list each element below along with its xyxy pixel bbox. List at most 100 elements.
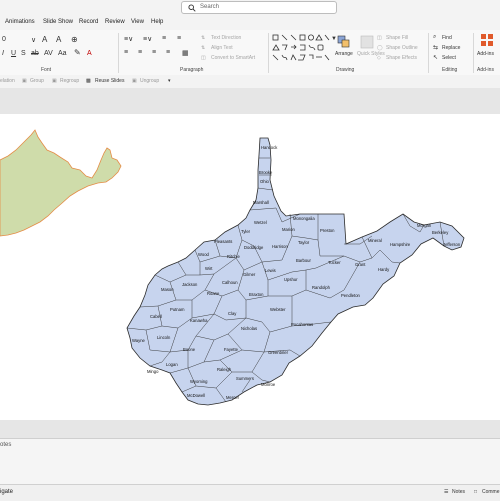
align-text-icon: ⇅ [201,45,206,51]
shape-effects-button[interactable]: Shape Effects [386,55,417,61]
strike-button[interactable]: ab [31,50,39,57]
regroup-icon: ▣ [52,78,57,84]
numbering-icon[interactable]: ≡∨ [143,35,152,43]
font-size-down-arrow[interactable]: ∨ [31,36,36,44]
county-label: Webster [270,307,286,312]
tab-slide-show[interactable]: Slide Show [43,19,73,25]
search-box[interactable]: Search [181,1,337,14]
county-label: Roane [207,291,220,296]
reuse-slides-icon: ▩ [86,78,91,84]
tab-record[interactable]: Record [79,19,98,25]
notes-icon: ☰ [444,489,449,495]
spacing-button[interactable]: AV [44,50,53,57]
county-label: Boone [183,347,196,352]
search-placeholder: Search [200,4,220,10]
tab-help[interactable]: Help [151,19,163,25]
title-bar: Search [0,0,500,16]
slide[interactable]: Hancock Brooke Ohio Marshall Monongalia … [0,114,500,420]
county-label: Harrison [272,244,288,249]
county-label: Berkeley [432,230,449,235]
county-label: Jackson [182,282,198,287]
comments-button[interactable]: Comme [482,489,500,495]
tab-review[interactable]: Review [105,19,125,25]
divider [473,33,474,73]
shapes-gallery[interactable] [272,33,330,65]
bullets-icon[interactable]: ≡∨ [124,35,133,43]
case-button[interactable]: Aa [58,50,67,57]
comments-icon: □ [474,489,478,495]
replace-icon: ⇆ [433,45,439,51]
county-label: Jefferson [443,242,461,247]
indent-icon[interactable]: ≡ [162,35,166,42]
italic-button[interactable]: I [2,50,4,57]
underline-button[interactable]: U [11,50,16,57]
replace-button[interactable]: Replace [442,45,460,51]
shape-outline-button[interactable]: Shape Outline [386,45,418,51]
relation-button[interactable]: elation [0,78,15,84]
shape-fill-icon: ◫ [377,35,382,41]
county-label: Brooke [259,170,273,175]
county-label: Mason [161,287,174,292]
county-label: Cabell [150,314,162,319]
tab-animations[interactable]: Animations [5,19,35,25]
select-button[interactable]: Select [442,55,456,61]
county-label: Doddridge [244,245,264,250]
align-text-button[interactable]: Align Text [211,45,233,51]
ungroup-button[interactable]: Ungroup [140,78,159,84]
county-label: Monroe [261,382,276,387]
map-svg: Hancock Brooke Ohio Marshall Monongalia … [0,129,465,406]
county-label: Grant [355,262,366,267]
arrange-button[interactable]: Arrange [335,51,353,57]
increase-font-icon[interactable]: A [42,35,47,44]
quick-access-toolbar: elation ▣ Group ▣ Regroup ▩ Reuse Slides… [0,75,500,88]
font-size-box[interactable]: 0 [2,36,6,43]
divider [268,33,269,73]
reuse-slides-button[interactable]: Reuse Slides [95,78,124,84]
county-label: Pleasants [214,239,232,244]
align-center-icon[interactable]: ≡ [138,49,142,56]
county-label: Braxton [249,292,264,297]
paragraph-group-label: Paragraph [180,67,204,73]
status-left-text: igate [0,489,14,495]
shadow-button[interactable]: S [21,50,26,57]
county-label: Ritchie [227,254,240,259]
clear-format-icon[interactable]: ⊕ [71,35,78,44]
county-label: Barbour [296,258,312,263]
convert-smartart-button[interactable]: Convert to SmartArt [211,55,255,61]
county-label: Nicholas [241,326,257,331]
ungroup-icon: ▣ [132,78,137,84]
shape-fill-button[interactable]: Shape Fill [386,35,408,41]
text-direction-button[interactable]: Text Direction [211,35,241,41]
align-right-icon[interactable]: ≡ [152,49,156,56]
county-label: Kanawha [190,318,208,323]
shape-outline-icon: ◯ [377,45,383,51]
addins-group-label: Add-ins [477,67,494,73]
county-label: Taylor [298,240,310,245]
align-left-icon[interactable]: ≡ [124,49,128,56]
group-icon: ▣ [22,78,27,84]
neighbor-state-shape[interactable] [0,129,122,237]
columns-icon[interactable]: ▦ [182,49,189,57]
notes-button[interactable]: Notes [452,489,465,495]
find-button[interactable]: Find [442,35,452,41]
customize-qat-icon[interactable]: ▾ [168,78,171,84]
find-icon: ⌕ [433,34,437,40]
highlight-icon[interactable]: ✎ [74,48,81,57]
tab-view[interactable]: View [131,19,144,25]
decrease-font-icon[interactable]: A [56,35,61,44]
county-label: Gilmer [243,272,256,277]
justify-icon[interactable]: ≡ [166,49,170,56]
search-icon [188,4,196,12]
font-color-icon[interactable]: A [87,50,92,57]
county-label: Morgan [417,223,432,228]
county-label: Upshur [284,277,298,282]
group-button[interactable]: Group [30,78,44,84]
county-label: Summers [236,376,254,381]
notes-pane[interactable]: otes [0,438,500,485]
addins-button[interactable]: Add-ins [477,51,494,57]
drawing-group-label: Drawing [336,67,355,73]
line-spacing-icon[interactable]: ≡ [177,35,181,42]
regroup-button[interactable]: Regroup [60,78,79,84]
county-label: Pocahontas [291,322,313,327]
county-label: Wayne [132,338,146,343]
